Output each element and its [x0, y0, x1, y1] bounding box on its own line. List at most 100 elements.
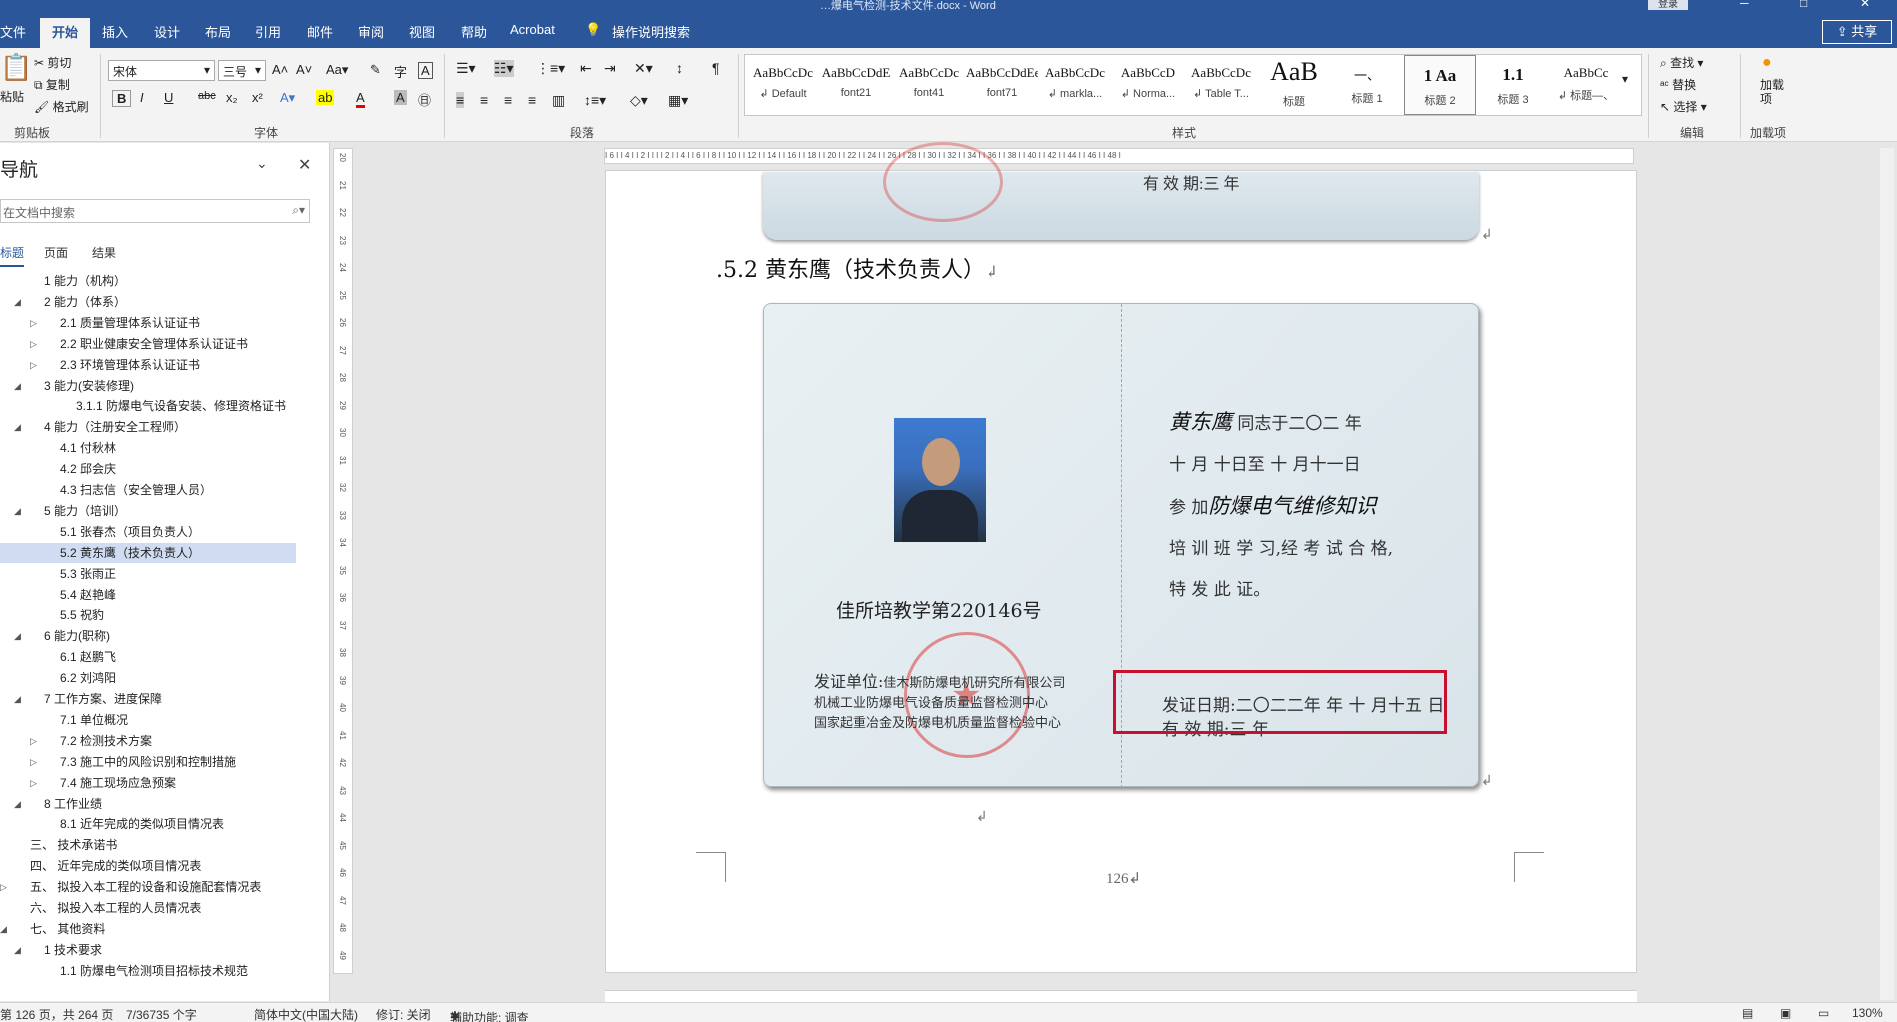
expand-arrow-icon[interactable]: ◢	[14, 501, 21, 521]
align-left-icon[interactable]: ≡	[456, 92, 465, 108]
nav-item[interactable]: 六、 拟投入本工程的人员情况表	[0, 898, 296, 918]
nav-item[interactable]: 5.1 张春杰（项目负责人）	[0, 522, 296, 542]
line-spacing-icon[interactable]: ↕≡▾	[584, 92, 606, 109]
expand-arrow-icon[interactable]: ◢	[14, 417, 21, 437]
print-layout-icon[interactable]: ▣	[1780, 1006, 1791, 1020]
collapse-arrow-icon[interactable]: ▷	[30, 313, 37, 333]
style-item[interactable]: AaBbCcD ↲ Norma...	[1112, 55, 1184, 115]
section-heading[interactable]: .5.2 黄东鹰（技术负责人）↲	[716, 252, 998, 284]
expand-arrow-icon[interactable]: ◢	[0, 919, 7, 939]
search-icon[interactable]: ⌕▾	[292, 203, 305, 218]
enclose-char-icon[interactable]: ㊐	[418, 90, 431, 109]
collapse-arrow-icon[interactable]: ▷	[30, 752, 37, 772]
track-changes[interactable]: 修订: 关闭	[376, 1006, 431, 1022]
zoom-level[interactable]: 130%	[1852, 1006, 1883, 1020]
style-item[interactable]: 一、 标题 1	[1331, 55, 1403, 115]
styles-more-icon[interactable]: ▾	[1622, 72, 1628, 86]
distribute-icon[interactable]: ▥	[552, 92, 565, 109]
expand-arrow-icon[interactable]: ◢	[14, 626, 21, 646]
word-count[interactable]: 7/36735 个字	[126, 1006, 197, 1022]
nav-item[interactable]: 6.2 刘鸿阳	[0, 668, 296, 688]
nav-item[interactable]: ◢ 3 能力(安装修理)	[0, 376, 296, 396]
phonetic-guide-icon[interactable]: 字	[394, 62, 407, 81]
strikethrough-button[interactable]: abc	[198, 90, 216, 102]
paste-button[interactable]: 粘贴	[0, 88, 24, 105]
restore-icon[interactable]: □	[1800, 0, 1807, 10]
style-item[interactable]: 1 Aa 标题 2	[1404, 55, 1476, 115]
shading-icon[interactable]: ◇▾	[630, 92, 648, 109]
show-marks-icon[interactable]: ¶	[712, 60, 720, 76]
collapse-arrow-icon[interactable]: ▷	[0, 877, 7, 897]
nav-item[interactable]: ◢ 7 工作方案、进度保障	[0, 689, 296, 709]
superscript-button[interactable]: x²	[252, 90, 263, 105]
tab-file[interactable]: 文件	[0, 22, 26, 41]
subscript-button[interactable]: x₂	[226, 90, 238, 105]
cut-button[interactable]: ✂ 剪切	[34, 54, 71, 71]
collapse-arrow-icon[interactable]: ▷	[30, 334, 37, 354]
nav-item[interactable]: ▷ 五、 拟投入本工程的设备和设施配套情况表	[0, 877, 296, 897]
tab-help[interactable]: 帮助	[461, 22, 487, 41]
language[interactable]: 简体中文(中国大陆)	[254, 1006, 358, 1022]
nav-item[interactable]: 1 能力（机构）	[0, 271, 296, 291]
login-button[interactable]: 登录	[1648, 0, 1688, 10]
sort-icon[interactable]: ↕	[676, 60, 683, 76]
nav-item[interactable]: ◢ 1 技术要求	[0, 940, 296, 960]
italic-button[interactable]: I	[140, 90, 144, 105]
nav-item[interactable]: 4.1 付秋林	[0, 438, 296, 458]
page-count[interactable]: 第 126 页，共 264 页	[0, 1006, 113, 1022]
paste-icon[interactable]: 📋	[0, 52, 32, 83]
highlight-icon[interactable]: ab	[316, 90, 335, 105]
collapse-arrow-icon[interactable]: ▷	[30, 773, 37, 793]
style-item[interactable]: 1.1 标题 3	[1477, 55, 1549, 115]
tab-view[interactable]: 视图	[409, 22, 435, 41]
nav-tab-pages[interactable]: 页面	[44, 244, 68, 261]
nav-item[interactable]: 4.3 扫志信（安全管理人员）	[0, 480, 296, 500]
addin-icon[interactable]: ●	[1762, 54, 1772, 72]
nav-tab-results[interactable]: 结果	[92, 244, 116, 261]
tab-layout[interactable]: 布局	[205, 22, 231, 41]
borders-icon[interactable]: ▦▾	[668, 92, 688, 109]
addins-button[interactable]: 加载项	[1760, 78, 1786, 106]
nav-item[interactable]: ◢ 七、 其他资料	[0, 919, 296, 939]
align-right-icon[interactable]: ≡	[504, 92, 512, 108]
underline-button[interactable]: U	[164, 90, 173, 105]
bold-button[interactable]: B	[112, 90, 132, 107]
decrease-indent-icon[interactable]: ⇤	[580, 60, 592, 77]
style-item[interactable]: AaBbCcDdE font21	[820, 55, 892, 115]
style-item[interactable]: AaB 标题	[1258, 55, 1330, 115]
close-icon[interactable]: ✕	[298, 155, 311, 175]
collapse-arrow-icon[interactable]: ▷	[30, 355, 37, 375]
share-button[interactable]: ⇪ 共享	[1822, 20, 1892, 44]
nav-tab-headings[interactable]: 标题	[0, 244, 25, 267]
nav-item[interactable]: 5.4 赵艳峰	[0, 585, 296, 605]
char-border-icon[interactable]: A	[418, 62, 433, 79]
close-window-icon[interactable]: ✕	[1860, 0, 1870, 10]
copy-button[interactable]: ⧉ 复制	[34, 76, 70, 93]
nav-item[interactable]: 7.1 单位概况	[0, 710, 296, 730]
char-shading-icon[interactable]: A	[394, 90, 407, 105]
style-item[interactable]: AaBbCcDdEe font71	[966, 55, 1038, 115]
select-button[interactable]: ↖ 选择 ▾	[1660, 98, 1707, 115]
font-size-select[interactable]: 三号 ▾	[218, 60, 266, 81]
change-case-icon[interactable]: Aa▾	[326, 62, 348, 78]
nav-item[interactable]: 三、 技术承诺书	[0, 835, 296, 855]
nav-item[interactable]: 4.2 邱会庆	[0, 459, 296, 479]
asian-layout-icon[interactable]: ✕▾	[634, 60, 653, 77]
nav-item[interactable]: 四、 近年完成的类似项目情况表	[0, 856, 296, 876]
font-color-icon[interactable]: A	[356, 90, 365, 108]
replace-button[interactable]: ᵃᶜ 替换	[1660, 76, 1696, 93]
web-layout-icon[interactable]: ▭	[1818, 1006, 1829, 1020]
nav-item[interactable]: ◢ 4 能力（注册安全工程师）	[0, 417, 296, 437]
chevron-down-icon[interactable]: ⌄	[256, 155, 268, 172]
nav-item[interactable]: ▷ 2.2 职业健康安全管理体系认证证书	[0, 334, 296, 354]
nav-item[interactable]: 8.1 近年完成的类似项目情况表	[0, 814, 296, 834]
style-item[interactable]: AaBbCcDc ↲ markla...	[1039, 55, 1111, 115]
find-button[interactable]: ⌕ 查找 ▾	[1660, 54, 1703, 71]
nav-search-input[interactable]: 在文档中搜索 ⌕▾	[0, 199, 310, 223]
nav-item[interactable]: ▷ 2.3 环境管理体系认证证书	[0, 355, 296, 375]
nav-item[interactable]: ◢ 2 能力（体系）	[0, 292, 296, 312]
tab-home[interactable]: 开始	[40, 18, 91, 49]
numbering-icon[interactable]: ☷▾	[494, 60, 514, 77]
nav-item[interactable]: 5.5 祝豹	[0, 605, 296, 625]
tab-acrobat[interactable]: Acrobat	[510, 22, 555, 37]
